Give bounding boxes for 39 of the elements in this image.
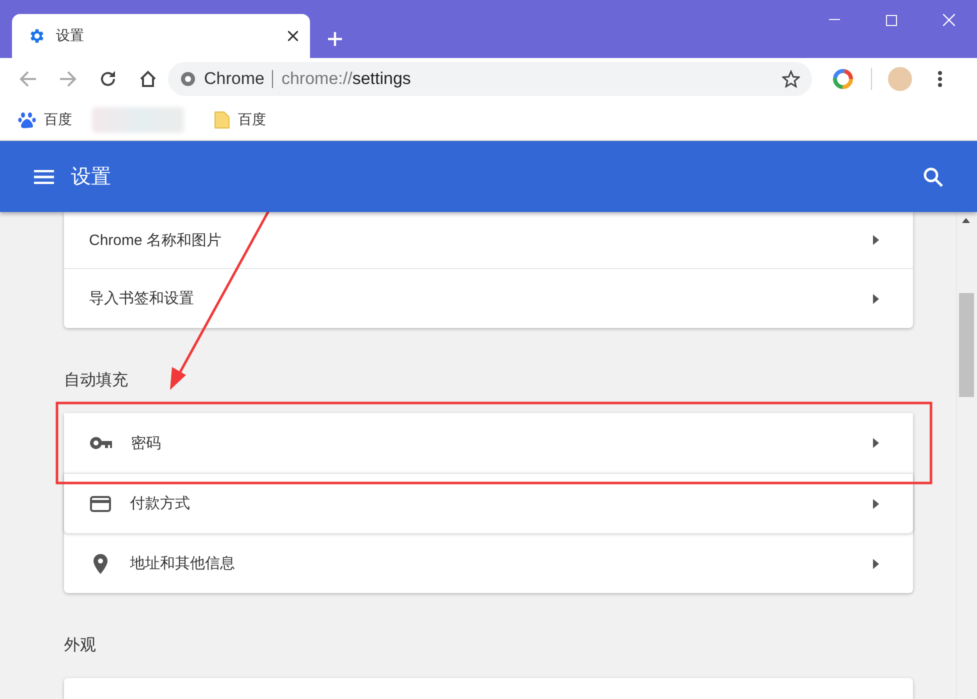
chevron-right-icon xyxy=(873,558,879,568)
paw-icon xyxy=(18,111,36,129)
new-tab-icon[interactable] xyxy=(328,32,342,46)
settings-row[interactable]: 付款方式 xyxy=(64,473,913,533)
address-bar[interactable]: Chrome chrome://settings xyxy=(168,62,812,96)
chevron-right-icon xyxy=(873,438,879,448)
section-heading: 自动填充 xyxy=(64,370,129,391)
scrollbar-thumb[interactable] xyxy=(959,293,974,397)
ring-extension-icon[interactable] xyxy=(832,68,854,90)
bookmark-folder[interactable]: 百度 xyxy=(214,111,276,129)
bookmark-item[interactable]: 百度 xyxy=(18,111,82,129)
gear-icon xyxy=(28,27,46,45)
scroll-up-arrow-icon[interactable] xyxy=(962,218,970,223)
menu-icon[interactable] xyxy=(34,170,54,184)
minimize-icon[interactable] xyxy=(829,19,840,21)
search-icon[interactable] xyxy=(923,166,943,186)
scrollbar[interactable] xyxy=(956,212,977,699)
folder-icon xyxy=(214,111,230,129)
home-button[interactable] xyxy=(138,69,158,89)
chevron-right-icon xyxy=(873,498,879,508)
site-label: Chrome xyxy=(204,69,264,89)
credit-card-icon xyxy=(90,496,111,512)
maximize-icon[interactable] xyxy=(886,14,897,26)
menu-icon[interactable] xyxy=(938,71,942,87)
star-icon[interactable] xyxy=(782,70,800,88)
browser-tab[interactable]: 设置 xyxy=(12,14,310,58)
close-icon[interactable] xyxy=(288,31,298,41)
reload-button[interactable] xyxy=(98,69,118,89)
page-title: 设置 xyxy=(71,165,112,190)
section-heading: 外观 xyxy=(64,636,97,656)
chevron-right-icon xyxy=(873,235,879,245)
url-text: chrome://settings xyxy=(281,69,412,89)
settings-row[interactable]: 密码 xyxy=(64,413,913,473)
settings-row[interactable]: 导入书签和设置 xyxy=(64,268,913,328)
chevron-right-icon xyxy=(873,294,879,304)
key-icon xyxy=(90,437,112,449)
settings-row[interactable]: 地址和其他信息 xyxy=(64,533,913,593)
settings-row[interactable]: Chrome 名称和图片 xyxy=(64,212,913,268)
chrome-logo-icon xyxy=(180,71,196,87)
